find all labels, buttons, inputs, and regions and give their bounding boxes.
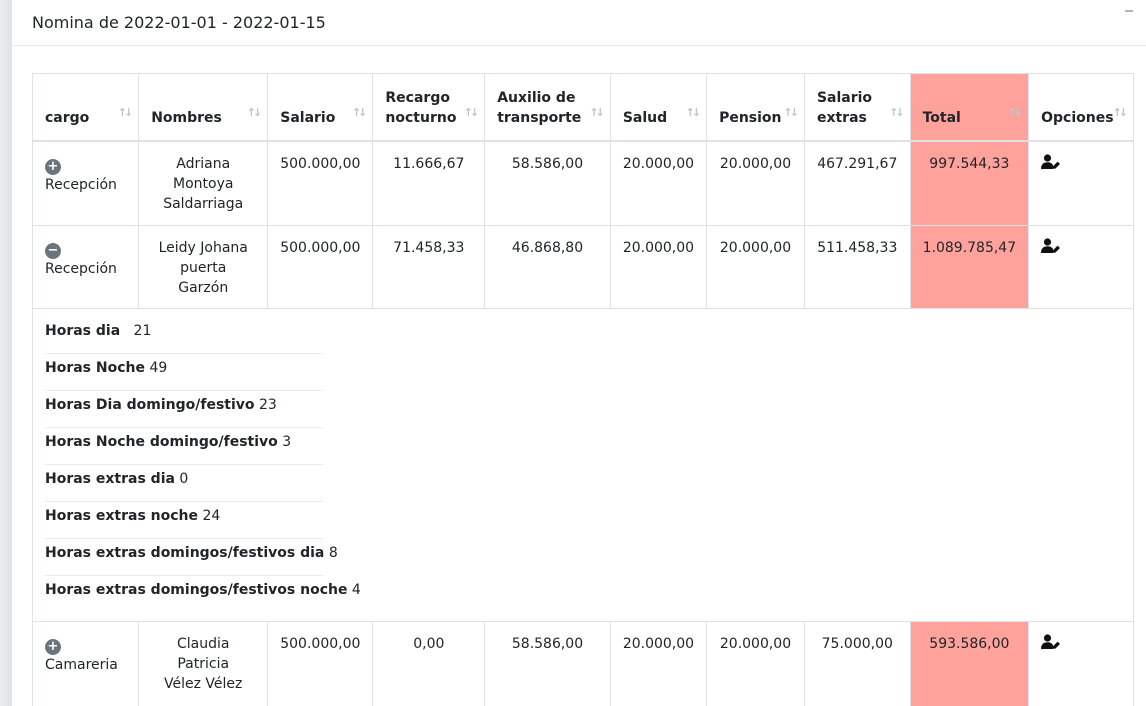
detail-item: Horas Noche domingo/festivo 3 xyxy=(45,428,323,465)
cell-pension: 20.000,00 xyxy=(706,621,805,706)
cell-nombres: Claudia Patricia Vélez Vélez xyxy=(138,621,269,706)
sort-arrows-icon: ↑↓ xyxy=(246,105,263,119)
user-edit-icon[interactable] xyxy=(1041,238,1061,254)
user-edit-icon[interactable] xyxy=(1041,634,1061,650)
detail-item: Horas Dia domingo/festivo 23 xyxy=(45,391,323,428)
detail-item: Horas dia 21 xyxy=(45,317,323,354)
table-row: +Recepción Adriana Montoya Saldarriaga 5… xyxy=(31,140,1134,226)
cell-extras: 511.458,33 xyxy=(803,225,911,309)
cell-cargo: +Recepción xyxy=(31,140,140,226)
cell-salario: 500.000,00 xyxy=(267,225,374,309)
cell-recargo: 0,00 xyxy=(372,621,486,706)
cell-opciones xyxy=(1028,621,1134,706)
table-row: −Recepción Leidy Johana puerta Garzón 50… xyxy=(31,225,1134,309)
sort-arrows-icon: ↑↓ xyxy=(463,105,480,119)
card-header: Nomina de 2022-01-01 - 2022-01-15 xyxy=(12,0,1146,46)
cell-recargo: 71.458,33 xyxy=(372,225,486,309)
cell-salario: 500.000,00 xyxy=(267,140,374,226)
user-edit-icon[interactable] xyxy=(1041,153,1061,170)
hours-detail-list: Horas dia 21 Horas Noche 49 Horas Dia do… xyxy=(45,317,361,613)
cell-extras: 75.000,00 xyxy=(803,621,911,706)
column-header-opciones[interactable]: Opciones ↑↓ xyxy=(1028,73,1134,142)
cell-recargo: 11.666,67 xyxy=(372,140,486,226)
cell-auxilio: 58.586,00 xyxy=(484,140,611,226)
table-row: +Camareria Claudia Patricia Vélez Vélez … xyxy=(31,621,1134,706)
cell-salud: 20.000,00 xyxy=(609,225,708,309)
payroll-card: Nomina de 2022-01-01 - 2022-01-15 cargo ↑… xyxy=(12,0,1146,706)
cell-nombres: Adriana Montoya Saldarriaga xyxy=(138,140,269,226)
cell-salario: 500.000,00 xyxy=(267,621,374,706)
sort-arrows-icon: ↑↓ xyxy=(351,105,368,119)
sort-arrows-icon: ↑↓ xyxy=(117,105,134,119)
sort-arrows-icon: ↑↓ xyxy=(1112,105,1129,119)
column-header-pension[interactable]: Pension ↑↓ xyxy=(706,73,805,142)
cell-salud: 20.000,00 xyxy=(609,621,708,706)
column-header-auxilio[interactable]: Auxilio de transporte ↑↓ xyxy=(484,73,611,142)
plus-circle-icon[interactable]: + xyxy=(45,158,61,175)
cell-pension: 20.000,00 xyxy=(706,140,805,226)
detail-item: Horas extras domingos/festivos dia 8 xyxy=(45,539,338,576)
sort-arrows-icon: ↑↓ xyxy=(1007,105,1024,119)
cell-pension: 20.000,00 xyxy=(706,225,805,309)
detail-item: Horas extras dia 0 xyxy=(45,465,323,502)
detail-item: Horas extras domingos/festivos noche 4 xyxy=(45,582,361,598)
cell-opciones xyxy=(1028,140,1134,226)
cell-total: 997.544,33 xyxy=(909,140,1030,226)
minus-circle-icon[interactable]: − xyxy=(45,243,61,259)
detail-cell: Horas dia 21 Horas Noche 49 Horas Dia do… xyxy=(32,308,1134,622)
detail-row: Horas dia 21 Horas Noche 49 Horas Dia do… xyxy=(32,308,1134,622)
table-header-row: cargo ↑↓ Nombres ↑↓ Salario ↑↓ Recargo noct… xyxy=(31,73,1134,142)
card-title: Nomina de 2022-01-01 - 2022-01-15 xyxy=(32,13,326,32)
column-header-recargo[interactable]: Recargo nocturno ↑↓ xyxy=(372,73,486,142)
cell-extras: 467.291,67 xyxy=(803,140,911,226)
cell-cargo: −Recepción xyxy=(31,225,140,309)
cell-auxilio: 46.868,80 xyxy=(484,225,611,309)
sort-arrows-icon: ↑↓ xyxy=(889,105,905,119)
cell-nombres: Leidy Johana puerta Garzón xyxy=(138,225,269,309)
sort-arrows-icon: ↑↓ xyxy=(685,105,702,119)
plus-circle-icon[interactable]: + xyxy=(45,639,61,655)
column-header-cargo[interactable]: cargo ↑↓ xyxy=(31,73,140,142)
column-header-nombres[interactable]: Nombres ↑↓ xyxy=(138,73,269,142)
column-header-extras[interactable]: Salario extras ↑↓ xyxy=(803,73,911,142)
cell-total: 593.586,00 xyxy=(909,621,1030,706)
cell-salud: 20.000,00 xyxy=(609,140,708,226)
detail-item: Horas extras noche 24 xyxy=(45,502,323,539)
column-header-salario[interactable]: Salario ↑↓ xyxy=(267,73,374,142)
payroll-table: cargo ↑↓ Nombres ↑↓ Salario ↑↓ Recargo noct… xyxy=(31,73,1134,706)
cell-opciones xyxy=(1028,225,1134,309)
sort-arrows-icon: ↑↓ xyxy=(783,105,800,119)
cell-total: 1.089.785,47 xyxy=(909,225,1030,309)
cell-auxilio: 58.586,00 xyxy=(484,621,611,706)
detail-item: Horas Noche 49 xyxy=(45,354,323,391)
cell-cargo: +Camareria xyxy=(31,621,140,706)
sort-arrows-icon: ↑↓ xyxy=(589,105,605,119)
sidebar-edge xyxy=(0,0,12,706)
column-header-salud[interactable]: Salud ↑↓ xyxy=(609,73,708,142)
column-header-total[interactable]: Total ↑↓ xyxy=(909,73,1030,142)
collapse-card-button[interactable] xyxy=(1122,2,1136,16)
